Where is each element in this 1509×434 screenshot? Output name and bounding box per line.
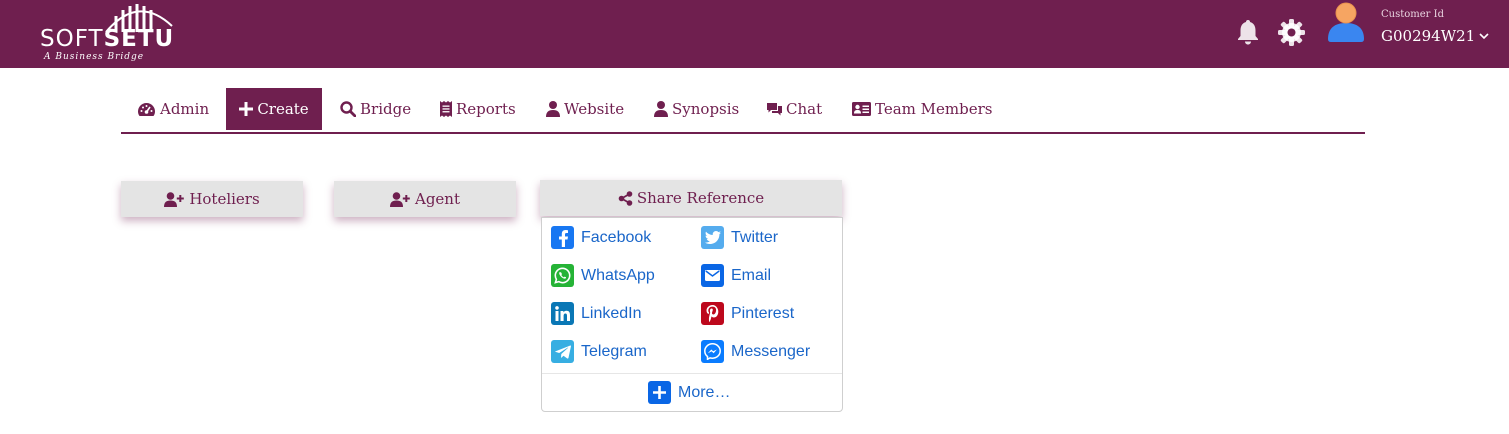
logo-wordmark: SOFTSETU — [40, 26, 175, 52]
button-label: Agent — [415, 190, 460, 208]
id-card-icon — [852, 102, 871, 116]
plus-icon — [239, 102, 254, 116]
share-label: Twitter — [731, 228, 779, 246]
tab-admin[interactable]: Admin — [137, 88, 209, 130]
tab-create[interactable]: Create — [226, 88, 322, 130]
share-label: Email — [731, 266, 772, 284]
user-icon — [546, 101, 560, 117]
user-plus-icon — [390, 191, 410, 207]
share-menu: Facebook Twitter WhatsApp Email LinkedIn… — [541, 217, 843, 412]
search-icon — [340, 101, 356, 117]
tab-chat[interactable]: Chat — [767, 88, 822, 130]
share-email[interactable]: Email — [701, 264, 771, 287]
tab-team-members[interactable]: Team Members — [852, 88, 992, 130]
avatar[interactable] — [1327, 2, 1365, 42]
facebook-icon — [551, 226, 574, 249]
main-nav-tabs: Admin Create Bridge Reports Website Syno… — [121, 88, 1365, 134]
share-whatsapp[interactable]: WhatsApp — [551, 264, 655, 287]
receipt-icon — [440, 101, 452, 117]
share-icon — [618, 190, 633, 206]
share-facebook[interactable]: Facebook — [551, 226, 651, 249]
share-more[interactable]: More… — [648, 381, 730, 404]
share-label: Messenger — [731, 342, 811, 360]
whatsapp-icon — [551, 264, 574, 287]
tab-label: Team Members — [875, 100, 993, 118]
share-label: WhatsApp — [581, 266, 655, 284]
softsetu-logo[interactable]: SOFTSETU A Business Bridge — [40, 0, 185, 66]
agent-button[interactable]: Agent — [334, 181, 516, 217]
tab-bridge[interactable]: Bridge — [340, 88, 411, 130]
dashboard-icon — [138, 102, 155, 116]
twitter-icon — [701, 226, 724, 249]
tab-label: Create — [257, 100, 309, 118]
linkedin-icon — [551, 302, 574, 325]
tab-label: Bridge — [360, 100, 412, 118]
user-plus-icon — [164, 191, 185, 207]
chevron-down-icon — [1479, 33, 1489, 40]
share-label: Facebook — [581, 228, 652, 246]
share-label: Telegram — [581, 342, 647, 360]
messenger-icon — [701, 340, 724, 363]
tab-label: Admin — [160, 100, 210, 118]
share-label: Pinterest — [731, 304, 795, 322]
hoteliers-button[interactable]: Hoteliers — [121, 181, 303, 217]
user-icon — [654, 101, 668, 117]
pinterest-icon — [701, 302, 724, 325]
chat-icon — [767, 102, 782, 115]
button-label: Share Reference — [636, 189, 765, 207]
top-header: SOFTSETU A Business Bridge Customer Id G… — [0, 0, 1509, 68]
share-twitter[interactable]: Twitter — [701, 226, 778, 249]
customer-id-value: G00294W21 — [1381, 27, 1476, 45]
share-telegram[interactable]: Telegram — [551, 340, 647, 363]
tab-synopsis[interactable]: Synopsis — [654, 88, 739, 130]
telegram-icon — [551, 340, 574, 363]
button-label: Hoteliers — [189, 190, 260, 208]
gear-icon[interactable] — [1278, 19, 1305, 46]
tab-label: Synopsis — [672, 100, 740, 118]
tab-label: Chat — [786, 100, 823, 118]
logo-tagline: A Business Bridge — [44, 52, 145, 62]
share-label: More… — [678, 383, 731, 401]
tab-reports[interactable]: Reports — [440, 88, 516, 130]
share-label: LinkedIn — [581, 304, 642, 322]
share-pinterest[interactable]: Pinterest — [701, 302, 794, 325]
share-messenger[interactable]: Messenger — [701, 340, 810, 363]
share-reference-button[interactable]: Share Reference — [540, 180, 842, 216]
plus-icon — [648, 381, 671, 404]
email-icon — [701, 264, 724, 287]
divider — [542, 373, 842, 374]
customer-id-label: Customer Id — [1381, 9, 1444, 20]
bell-icon[interactable] — [1237, 19, 1259, 45]
tab-label: Website — [564, 100, 625, 118]
tab-website[interactable]: Website — [546, 88, 624, 130]
share-linkedin[interactable]: LinkedIn — [551, 302, 642, 325]
tab-label: Reports — [456, 100, 516, 118]
customer-id-dropdown[interactable]: G00294W21 — [1381, 27, 1489, 45]
